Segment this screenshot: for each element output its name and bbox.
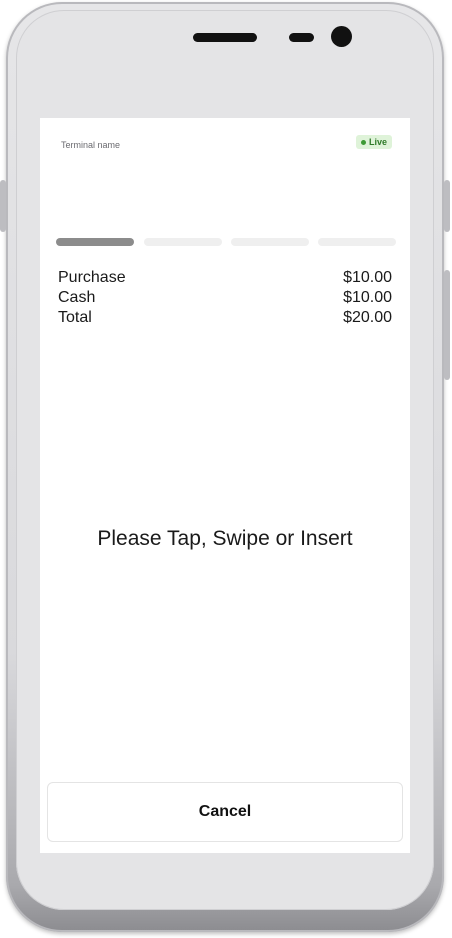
summary-amount: $10.00 [343, 269, 392, 286]
progress-step [144, 238, 222, 246]
summary-label: Total [58, 309, 92, 326]
side-button-right-lower [444, 270, 450, 380]
summary-row-purchase: Purchase $10.00 [58, 268, 392, 288]
card-prompt: Please Tap, Swipe or Insert [97, 527, 353, 550]
side-button-right-upper [444, 180, 450, 232]
live-status-label: Live [368, 137, 387, 147]
progress-steps [56, 238, 396, 246]
summary-amount: $10.00 [343, 289, 392, 306]
speaker-grille [193, 33, 257, 42]
summary-label: Cash [58, 289, 96, 306]
summary-label: Purchase [58, 269, 126, 286]
proximity-sensor [289, 33, 314, 42]
cancel-button[interactable]: Cancel [47, 782, 403, 842]
progress-step [56, 238, 134, 246]
status-dot-icon [360, 139, 366, 145]
summary-row-cash: Cash $10.00 [58, 288, 392, 308]
summary-amount: $20.00 [343, 309, 392, 326]
front-camera [331, 26, 352, 47]
side-button-left [0, 180, 6, 232]
payment-screen: Terminal name Live Purchase $10.00 Cash … [40, 118, 410, 853]
summary-row-total: Total $20.00 [58, 308, 392, 328]
live-status-badge: Live [355, 135, 392, 149]
transaction-summary: Purchase $10.00 Cash $10.00 Total $20.00 [58, 268, 392, 328]
terminal-name: Terminal name [61, 140, 121, 150]
progress-step [318, 238, 396, 246]
progress-step [231, 238, 309, 246]
